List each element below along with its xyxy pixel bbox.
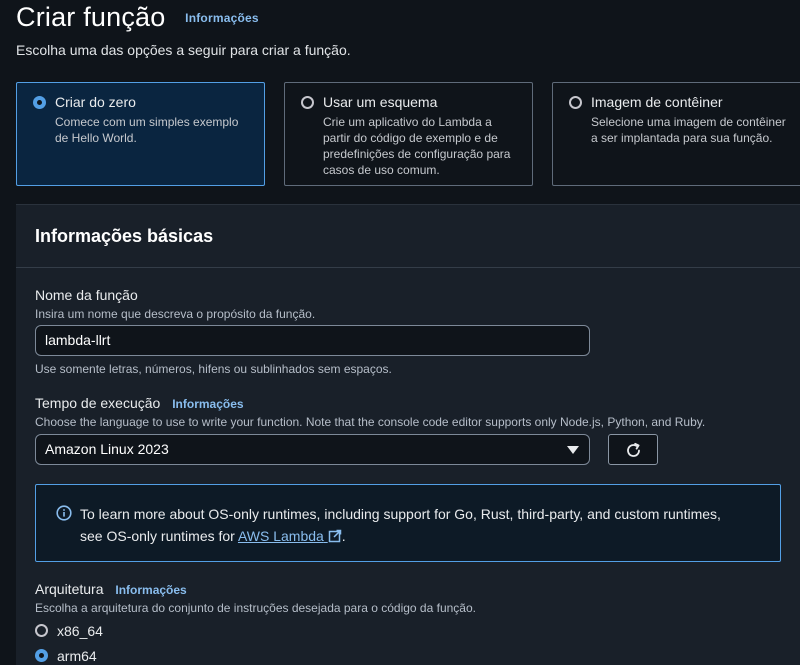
runtime-select[interactable]: Amazon Linux 2023: [35, 434, 590, 465]
page-title: Criar função Informações: [16, 2, 259, 32]
info-link[interactable]: Informações: [185, 11, 259, 25]
architecture-option-label: arm64: [57, 648, 97, 664]
option-title: Usar um esquema: [323, 94, 438, 110]
radio-x86-64[interactable]: [35, 624, 48, 637]
external-link-icon: [328, 529, 341, 543]
option-title: Imagem de contêiner: [591, 94, 723, 110]
runtime-label: Tempo de execução Informações: [35, 395, 244, 411]
function-name-description: Insira um nome que descreva o propósito …: [35, 307, 316, 321]
radio-use-blueprint[interactable]: [301, 96, 314, 109]
os-only-runtime-alert: To learn more about OS-only runtimes, in…: [35, 484, 781, 562]
option-description: Selecione uma imagem de contêiner a ser …: [591, 115, 786, 145]
architecture-label: Arquitetura Informações: [35, 581, 187, 597]
refresh-runtime-button[interactable]: [608, 434, 658, 465]
architecture-description: Escolha a arquitetura do conjunto de ins…: [35, 601, 476, 615]
info-icon: [56, 505, 72, 521]
option-author-from-scratch[interactable]: Criar do zero Comece com um simples exem…: [16, 82, 265, 186]
radio-container-image[interactable]: [569, 96, 582, 109]
architecture-info-link[interactable]: Informações: [115, 583, 186, 597]
option-description: Comece com um simples exemplo de Hello W…: [55, 115, 239, 145]
refresh-icon: [627, 442, 640, 457]
option-container-image[interactable]: Imagem de contêiner Selecione uma imagem…: [552, 82, 800, 186]
basic-info-panel: Informações básicas Nome da função Insir…: [16, 204, 800, 665]
chevron-down-icon: [567, 446, 579, 454]
page-subtitle: Escolha uma das opções a seguir para cri…: [16, 42, 351, 58]
divider: [16, 267, 800, 268]
function-name-constraint: Use somente letras, números, hifens ou s…: [35, 362, 392, 376]
aws-lambda-link[interactable]: AWS Lambda: [238, 528, 342, 544]
panel-heading: Informações básicas: [35, 226, 214, 246]
option-description: Crie um aplicativo do Lambda a partir do…: [323, 115, 511, 177]
function-name-input[interactable]: lambda-llrt: [35, 325, 590, 356]
radio-author-from-scratch[interactable]: [33, 96, 46, 109]
function-name-label: Nome da função: [35, 287, 138, 303]
option-use-blueprint[interactable]: Usar um esquema Crie um aplicativo do La…: [284, 82, 533, 186]
architecture-option-label: x86_64: [57, 623, 103, 639]
runtime-selected-value: Amazon Linux 2023: [45, 441, 169, 457]
radio-arm64[interactable]: [35, 649, 48, 662]
runtime-description: Choose the language to use to write your…: [35, 415, 706, 429]
alert-text: To learn more about OS-only runtimes, in…: [80, 506, 721, 544]
option-title: Criar do zero: [55, 94, 136, 110]
runtime-info-link[interactable]: Informações: [172, 397, 243, 411]
